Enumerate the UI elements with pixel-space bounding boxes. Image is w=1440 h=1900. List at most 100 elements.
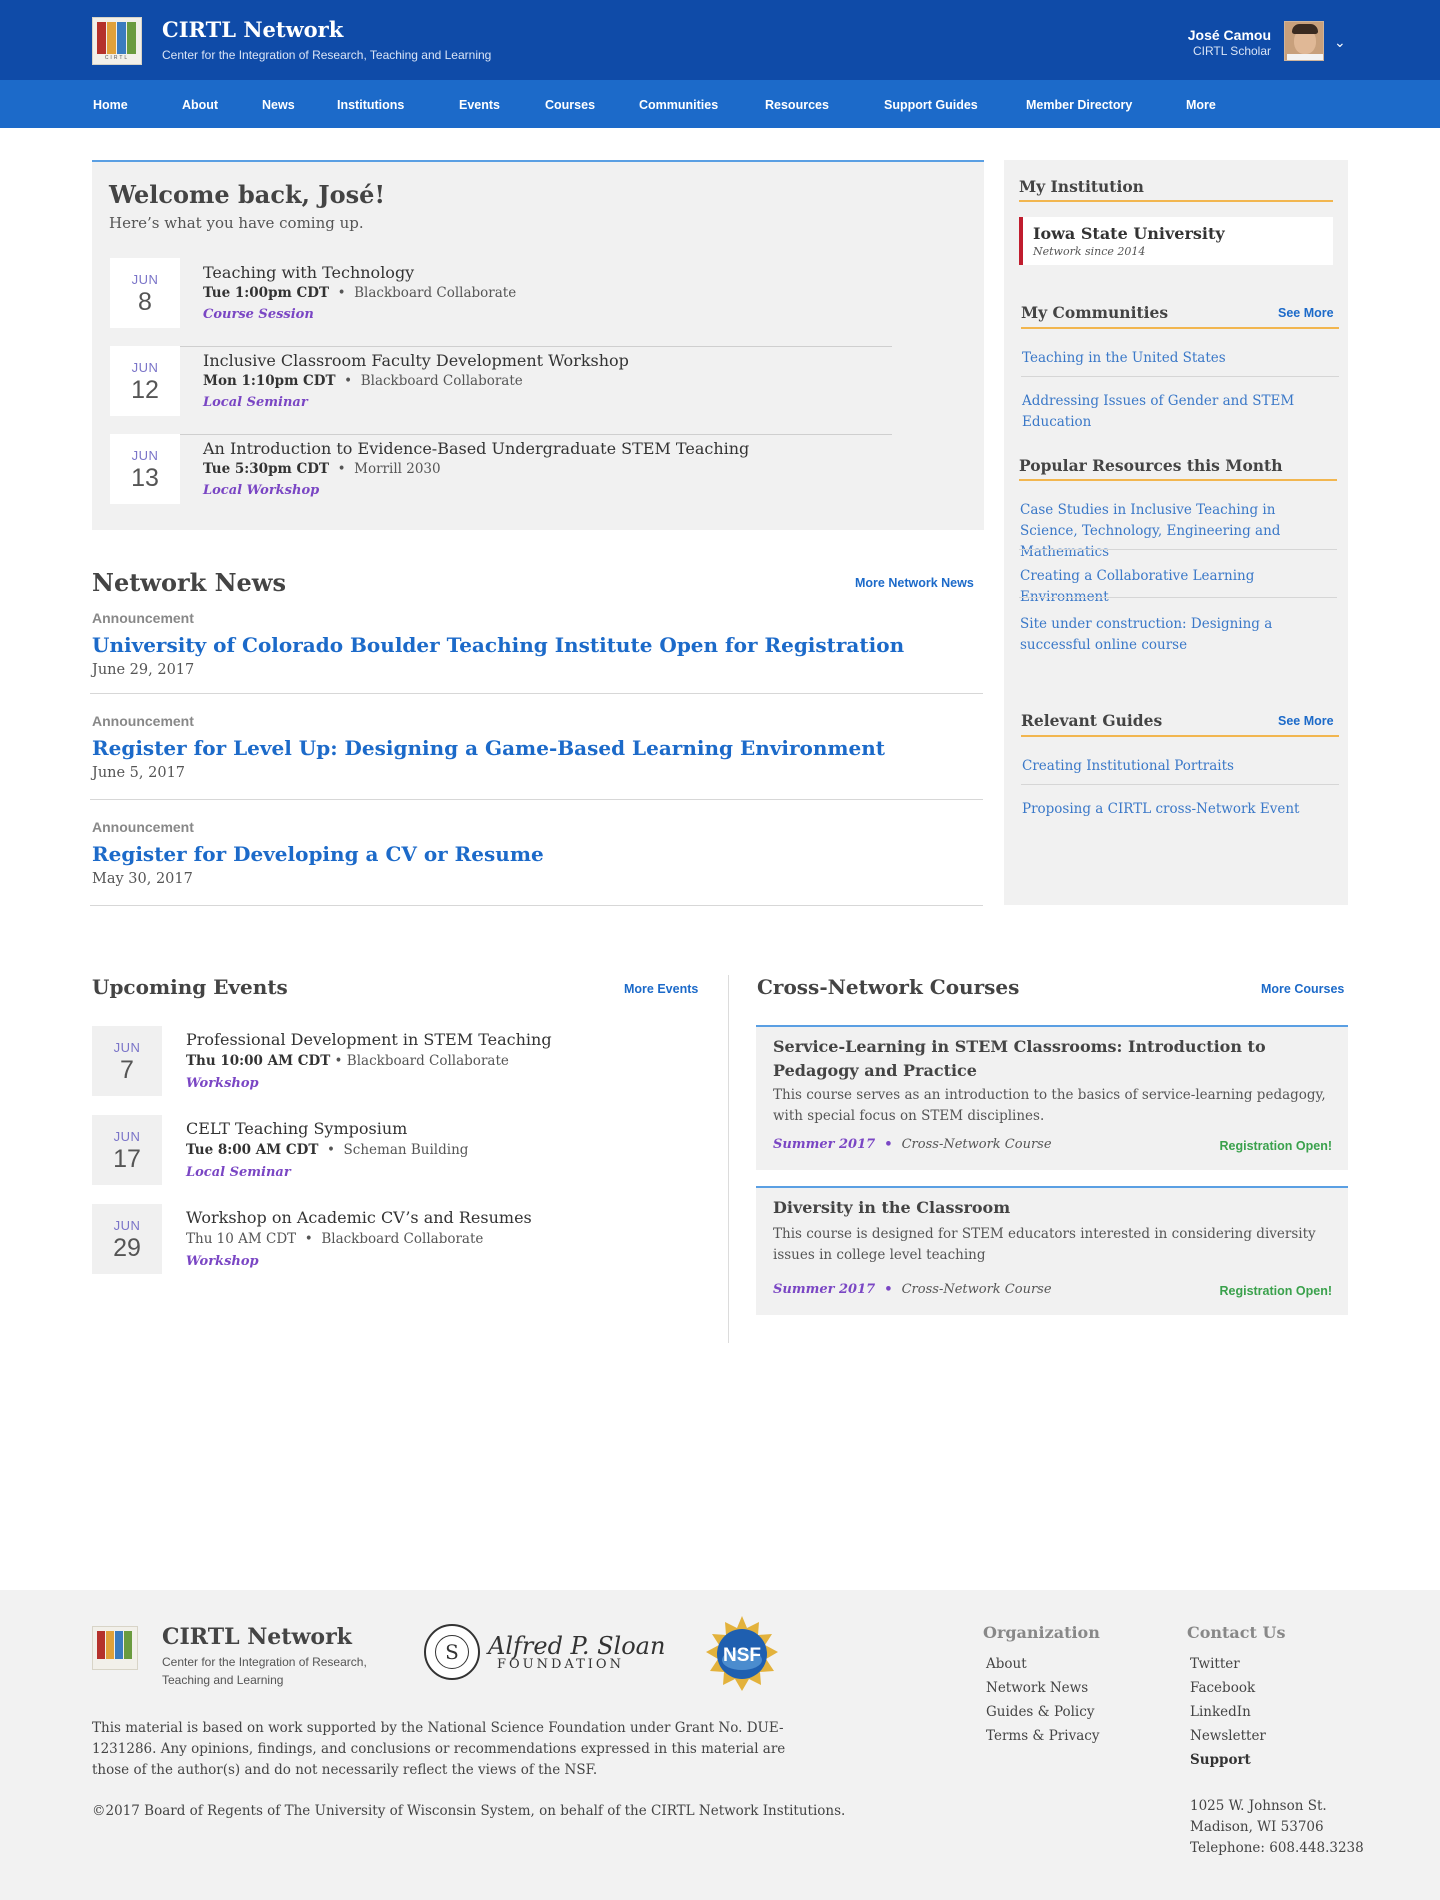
footer-subtitle: Center for the Integration of Research, …	[162, 1655, 367, 1687]
avatar[interactable]	[1284, 21, 1324, 61]
nav-member-directory[interactable]: Member Directory	[1026, 98, 1132, 112]
footer-link-support[interactable]: Support	[1190, 1752, 1251, 1768]
more-network-news-link[interactable]: More Network News	[855, 576, 974, 590]
welcome-panel: Welcome back, José! Here’s what you have…	[92, 160, 984, 530]
event-time: Thu 10 AM CDT • Blackboard Collaborate	[186, 1231, 484, 1247]
footer-link-facebook[interactable]: Facebook	[1190, 1680, 1255, 1696]
course-title[interactable]: Service-Learning in STEM Classrooms: Int…	[773, 1035, 1333, 1083]
course-term: Summer 2017 • Cross-Network Course	[773, 1137, 1052, 1152]
date-day: 8	[138, 288, 152, 316]
event-title[interactable]: An Introduction to Evidence-Based Underg…	[203, 439, 749, 458]
footer-link-network-news[interactable]: Network News	[986, 1680, 1088, 1696]
event-title[interactable]: Professional Development in STEM Teachin…	[186, 1030, 552, 1049]
event-type: Workshop	[186, 1254, 259, 1269]
address-phone: Telephone: 608.448.3238	[1190, 1840, 1364, 1856]
upcoming-events-heading: Upcoming Events	[92, 975, 288, 999]
event-time: Tue 1:00pm CDT • Blackboard Collaborate	[203, 285, 517, 301]
event-item[interactable]: JUN 29 Workshop on Academic CV’s and Res…	[92, 1204, 692, 1276]
sloan-foundation-name: Alfred P. Sloan	[488, 1632, 666, 1660]
resource-link[interactable]: Case Studies in Inclusive Teaching in Sc…	[1020, 500, 1320, 563]
date-badge: JUN 7	[92, 1026, 162, 1096]
main-nav: Home About News Institutions Events Cour…	[0, 80, 1440, 128]
guide-link[interactable]: Proposing a CIRTL cross-Network Event	[1022, 799, 1299, 820]
event-item[interactable]: JUN 17 CELT Teaching Symposium Tue 8:00 …	[92, 1115, 692, 1187]
footer-link-twitter[interactable]: Twitter	[1190, 1656, 1240, 1672]
nav-more[interactable]: More	[1186, 98, 1216, 112]
organization-heading: Organization	[983, 1623, 1100, 1642]
divider	[1019, 549, 1337, 550]
news-title-link[interactable]: Register for Developing a CV or Resume	[92, 842, 544, 866]
event-title[interactable]: Teaching with Technology	[203, 263, 414, 282]
course-card[interactable]: Service-Learning in STEM Classrooms: Int…	[756, 1025, 1348, 1170]
date-day: 12	[131, 376, 159, 404]
my-event-item[interactable]: JUN 12 Inclusive Classroom Faculty Devel…	[110, 346, 892, 435]
date-badge: JUN 17	[92, 1115, 162, 1185]
institution-name[interactable]: Iowa State University	[1033, 224, 1225, 243]
nav-communities[interactable]: Communities	[639, 98, 718, 112]
course-description: This course is designed for STEM educato…	[773, 1226, 1316, 1263]
footer-link-guides-policy[interactable]: Guides & Policy	[986, 1704, 1094, 1720]
nav-events[interactable]: Events	[459, 98, 500, 112]
footer-link-newsletter[interactable]: Newsletter	[1190, 1728, 1266, 1744]
cirtl-logo[interactable]	[92, 1626, 138, 1670]
news-kind: Announcement	[92, 819, 194, 835]
community-link[interactable]: Teaching in the United States	[1022, 348, 1226, 369]
nav-resources[interactable]: Resources	[765, 98, 829, 112]
nav-news[interactable]: News	[262, 98, 295, 112]
footer-link-about[interactable]: About	[986, 1656, 1027, 1672]
guides-see-more-link[interactable]: See More	[1278, 714, 1334, 728]
more-courses-link[interactable]: More Courses	[1261, 982, 1344, 996]
address-line: Madison, WI 53706	[1190, 1819, 1324, 1835]
nav-courses[interactable]: Courses	[545, 98, 595, 112]
guide-link[interactable]: Creating Institutional Portraits	[1022, 756, 1234, 777]
event-type: Local Seminar	[186, 1165, 291, 1180]
resource-link[interactable]: Site under construction: Designing a suc…	[1020, 614, 1320, 656]
cross-network-courses-heading: Cross-Network Courses	[757, 975, 1020, 999]
event-title[interactable]: Workshop on Academic CV’s and Resumes	[186, 1208, 532, 1227]
footer-link-terms-privacy[interactable]: Terms & Privacy	[986, 1728, 1099, 1744]
event-item[interactable]: JUN 7 Professional Development in STEM T…	[92, 1026, 692, 1098]
event-title[interactable]: CELT Teaching Symposium	[186, 1119, 407, 1138]
divider	[1019, 597, 1337, 598]
course-card[interactable]: Diversity in the Classroom This course i…	[756, 1186, 1348, 1315]
news-title-link[interactable]: Register for Level Up: Designing a Game-…	[92, 736, 885, 760]
my-event-item[interactable]: JUN 8 Teaching with Technology Tue 1:00p…	[110, 258, 892, 347]
date-badge: JUN 12	[110, 346, 180, 416]
event-type: Local Seminar	[203, 395, 308, 410]
course-title[interactable]: Diversity in the Classroom	[773, 1196, 1333, 1220]
divider	[1021, 784, 1339, 785]
nav-about[interactable]: About	[182, 98, 218, 112]
relevant-guides-heading: Relevant Guides	[1021, 711, 1163, 730]
news-kind: Announcement	[92, 713, 194, 729]
resource-link[interactable]: Creating a Collaborative Learning Enviro…	[1020, 566, 1330, 608]
my-communities-heading: My Communities	[1021, 303, 1169, 322]
nav-home[interactable]: Home	[93, 98, 128, 112]
user-name[interactable]: José Camou	[1188, 27, 1271, 43]
contact-heading: Contact Us	[1187, 1623, 1286, 1642]
welcome-subtitle: Here’s what you have coming up.	[109, 214, 364, 232]
date-day: 13	[131, 464, 159, 492]
footer-link-linkedin[interactable]: LinkedIn	[1190, 1704, 1251, 1720]
sloan-seal-icon: S	[424, 1624, 480, 1680]
news-kind: Announcement	[92, 610, 194, 626]
institution-card[interactable]: Iowa State University Network since 2014	[1019, 217, 1333, 265]
news-date: June 29, 2017	[92, 662, 195, 678]
cirtl-logo[interactable]: CIRTL	[92, 17, 142, 65]
footer-title: CIRTL Network	[162, 1624, 352, 1650]
event-title[interactable]: Inclusive Classroom Faculty Development …	[203, 351, 629, 370]
communities-see-more-link[interactable]: See More	[1278, 306, 1334, 320]
more-events-link[interactable]: More Events	[624, 982, 698, 996]
news-title-link[interactable]: University of Colorado Boulder Teaching …	[92, 633, 904, 657]
date-day: 29	[113, 1234, 141, 1262]
course-term: Summer 2017 • Cross-Network Course	[773, 1282, 1052, 1297]
nav-support-guides[interactable]: Support Guides	[884, 98, 978, 112]
my-event-item[interactable]: JUN 13 An Introduction to Evidence-Based…	[110, 434, 892, 523]
site-title[interactable]: CIRTL Network	[162, 17, 343, 42]
event-type: Workshop	[186, 1076, 259, 1091]
chevron-down-icon[interactable]: ⌄	[1334, 34, 1346, 51]
sidebar: My Institution Iowa State University Net…	[1004, 160, 1348, 905]
date-month: JUN	[113, 1218, 141, 1233]
nsf-logo: NSF	[706, 1616, 778, 1691]
community-link[interactable]: Addressing Issues of Gender and STEM Edu…	[1022, 391, 1348, 433]
nav-institutions[interactable]: Institutions	[337, 98, 404, 112]
